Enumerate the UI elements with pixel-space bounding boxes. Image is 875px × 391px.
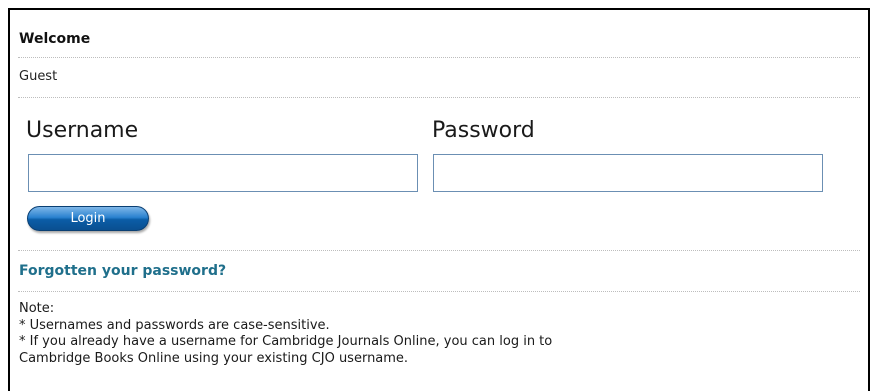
note-section: Note: * Usernames and passwords are case…	[19, 301, 552, 367]
note-heading: Note:	[19, 301, 55, 316]
password-label: Password	[432, 118, 535, 143]
welcome-heading: Welcome	[19, 31, 91, 47]
forgot-password-link[interactable]: Forgotten your password?	[19, 263, 226, 279]
login-panel: Welcome Guest Username Password Login Fo…	[8, 8, 870, 391]
divider	[18, 57, 860, 58]
username-input[interactable]	[28, 154, 418, 192]
username-label: Username	[26, 118, 139, 143]
current-user-label: Guest	[19, 69, 58, 84]
divider	[18, 250, 860, 251]
note-line: * Usernames and passwords are case-sensi…	[19, 317, 330, 333]
note-line: Cambridge Books Online using your existi…	[19, 350, 409, 366]
divider	[18, 291, 860, 292]
divider	[18, 97, 860, 98]
login-button[interactable]: Login	[27, 206, 149, 231]
password-input[interactable]	[433, 154, 823, 192]
note-line: * If you already have a username for Cam…	[19, 334, 553, 349]
